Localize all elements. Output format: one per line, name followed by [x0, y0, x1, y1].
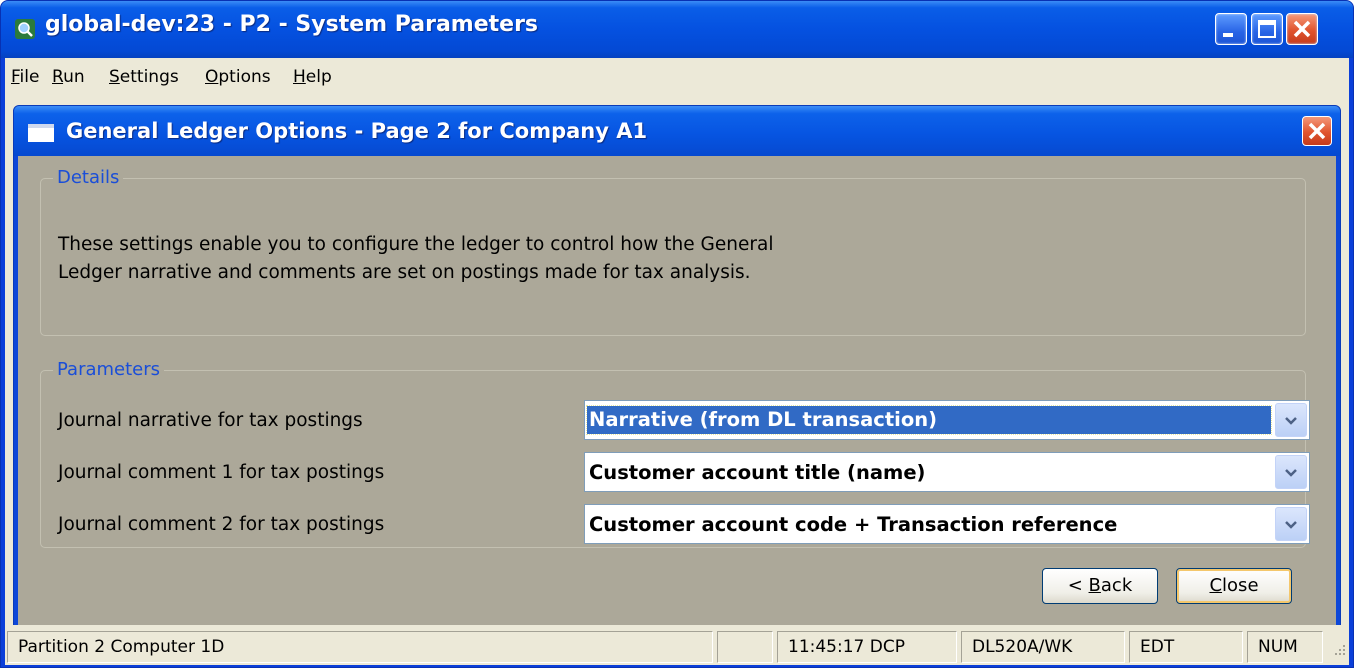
menu-help-mnemonic: H	[293, 67, 306, 87]
options-dialog: General Ledger Options - Page 2 for Comp…	[13, 105, 1341, 643]
window-title-bar[interactable]: global-dev:23 - P2 - System Parameters	[1, 1, 1353, 58]
journal-comment-2-value: Customer account code + Transaction refe…	[589, 513, 1118, 536]
journal-comment-2-select[interactable]: Customer account code + Transaction refe…	[584, 504, 1310, 544]
dialog-close-button[interactable]	[1302, 116, 1332, 146]
menu-run-mnemonic: R	[52, 67, 64, 87]
status-numlock: NUM	[1247, 631, 1323, 663]
minimize-icon	[1223, 33, 1233, 37]
status-bar: Partition 2 Computer 1D 11:45:17 DCP DL5…	[5, 625, 1349, 665]
minimize-button[interactable]	[1215, 13, 1247, 45]
description-line-2: Ledger narrative and comments are set on…	[58, 262, 751, 283]
status-program: DL520A/WK	[961, 631, 1125, 663]
status-blank-panel	[717, 631, 773, 663]
dialog-window-icon	[28, 124, 54, 142]
back-button-mnemonic: B	[1088, 575, 1101, 596]
close-button[interactable]: Close	[1176, 568, 1292, 604]
menu-settings-label: ettings	[119, 67, 179, 87]
app-window: global-dev:23 - P2 - System Parameters F…	[0, 0, 1354, 668]
menu-run[interactable]: Run	[52, 67, 85, 87]
menu-file[interactable]: File	[11, 67, 39, 87]
window-title: global-dev:23 - P2 - System Parameters	[45, 12, 539, 37]
menu-settings[interactable]: Settings	[109, 67, 179, 87]
journal-comment-1-select[interactable]: Customer account title (name)	[584, 452, 1310, 492]
menu-options-label: ptions	[218, 67, 271, 87]
chevron-down-icon	[1285, 417, 1297, 425]
menu-file-label: ile	[19, 67, 40, 87]
back-button[interactable]: < Back	[1042, 568, 1158, 604]
back-button-prefix: <	[1067, 575, 1089, 596]
journal-comment-1-label: Journal comment 1 for tax postings	[58, 462, 385, 483]
status-mode: EDT	[1129, 631, 1243, 663]
resize-grip-icon[interactable]	[1329, 641, 1347, 659]
status-user: DCP	[869, 637, 905, 657]
close-icon	[1308, 122, 1326, 140]
journal-narrative-label: Journal narrative for tax postings	[58, 410, 363, 431]
menu-settings-mnemonic: S	[109, 67, 120, 87]
journal-comment-1-value: Customer account title (name)	[589, 461, 926, 484]
menu-file-mnemonic: F	[11, 67, 20, 87]
close-icon	[1293, 20, 1311, 38]
client-area: General Ledger Options - Page 2 for Comp…	[5, 95, 1349, 655]
back-button-label: ack	[1100, 575, 1133, 596]
close-button-mnemonic: C	[1209, 575, 1223, 596]
window-close-button[interactable]	[1286, 13, 1318, 45]
journal-comment-1-dropdown-button[interactable]	[1275, 455, 1307, 489]
dialog-body: Details These settings enable you to con…	[18, 156, 1336, 640]
app-icon	[15, 19, 35, 39]
close-button-label: lose	[1222, 575, 1259, 596]
parameters-group-label: Parameters	[53, 359, 165, 380]
journal-narrative-dropdown-button[interactable]	[1275, 403, 1307, 437]
journal-comment-2-dropdown-button[interactable]	[1275, 507, 1307, 541]
maximize-button[interactable]	[1251, 13, 1283, 45]
menu-run-label: un	[63, 67, 85, 87]
status-time: 11:45:17	[788, 637, 865, 657]
journal-narrative-value: Narrative (from DL transaction)	[586, 405, 1272, 435]
maximize-icon	[1258, 20, 1276, 38]
details-description: These settings enable you to configure t…	[58, 231, 958, 287]
status-partition: Partition 2 Computer 1D	[7, 631, 713, 663]
menu-options[interactable]: Options	[205, 67, 271, 87]
description-line-1: These settings enable you to configure t…	[58, 234, 774, 255]
details-group-label: Details	[53, 167, 124, 188]
journal-comment-2-label: Journal comment 2 for tax postings	[58, 514, 385, 535]
menu-help[interactable]: Help	[293, 67, 332, 87]
dialog-title: General Ledger Options - Page 2 for Comp…	[66, 119, 648, 143]
chevron-down-icon	[1285, 469, 1297, 477]
status-time-user: 11:45:17 DCP	[777, 631, 957, 663]
journal-narrative-select[interactable]: Narrative (from DL transaction)	[584, 400, 1310, 440]
menu-options-mnemonic: O	[205, 67, 219, 87]
menu-help-label: elp	[305, 67, 332, 87]
dialog-title-bar[interactable]: General Ledger Options - Page 2 for Comp…	[14, 106, 1340, 156]
menu-bar: File Run Settings Options Help	[5, 58, 1349, 95]
chevron-down-icon	[1285, 521, 1297, 529]
